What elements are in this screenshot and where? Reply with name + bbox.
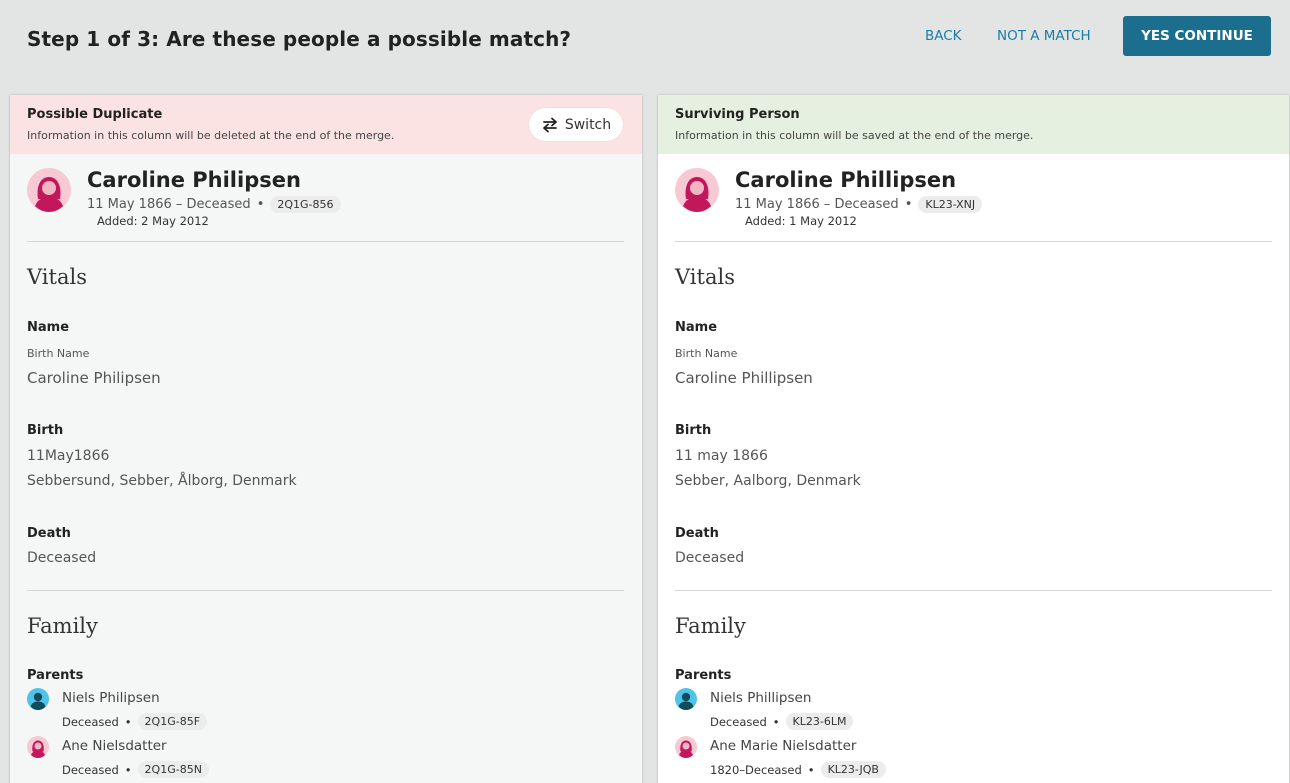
birth-name-value: Caroline Philipsen	[27, 369, 161, 387]
birth-heading: Birth	[27, 423, 64, 438]
divider	[27, 590, 624, 591]
female-avatar-icon	[27, 736, 49, 758]
vitals-heading: Vitals	[27, 265, 87, 289]
vitals-heading: Vitals	[675, 265, 735, 289]
surviving-banner-title: Surviving Person	[675, 107, 800, 122]
divider	[27, 241, 624, 242]
meta-separator: •	[124, 714, 132, 729]
meta-separator: •	[904, 197, 913, 212]
person-dates: 11 May 1866 – Deceased	[87, 197, 251, 212]
switch-label: Switch	[564, 116, 612, 133]
female-avatar-icon	[675, 736, 697, 758]
parent-name[interactable]: Ane Marie Nielsdatter	[710, 738, 856, 754]
meta-separator: •	[256, 197, 265, 212]
parent-id-badge[interactable]: 2Q1G-85N	[137, 761, 209, 778]
meta-separator: •	[807, 762, 815, 777]
parents-heading: Parents	[27, 668, 84, 683]
person-name[interactable]: Caroline Philipsen	[87, 168, 301, 192]
name-heading: Name	[675, 320, 718, 335]
parents-heading: Parents	[675, 668, 732, 683]
surviving-person-column: Surviving Person Information in this col…	[658, 95, 1289, 783]
parent-dates: 1820–Deceased	[710, 762, 802, 777]
parent-name[interactable]: Ane Nielsdatter	[62, 738, 167, 754]
birth-date-value: 11May1866	[27, 448, 110, 464]
person-id-badge[interactable]: 2Q1G-856	[270, 196, 341, 213]
divider	[675, 241, 1272, 242]
birth-place-value: Sebbersund, Sebber, Ålborg, Denmark	[27, 473, 297, 489]
person-meta: 11 May 1866 – Deceased • KL23-XNJ	[735, 196, 983, 213]
surviving-banner-subtitle: Information in this column will be saved…	[675, 129, 1034, 142]
parent-meta: 1820–Deceased • KL23-JQB	[710, 761, 886, 778]
parent-dates: Deceased	[710, 714, 767, 729]
death-value: Deceased	[27, 550, 97, 566]
person-id-badge[interactable]: KL23-XNJ	[918, 196, 983, 213]
family-heading: Family	[675, 614, 746, 638]
switch-button[interactable]: Switch	[529, 108, 623, 141]
duplicate-banner-subtitle: Information in this column will be delet…	[27, 129, 395, 142]
parent-dates: Deceased	[62, 714, 119, 729]
duplicate-banner: Possible Duplicate Information in this c…	[10, 95, 642, 154]
parent-id-badge[interactable]: KL23-JQB	[820, 761, 886, 778]
back-link[interactable]: BACK	[925, 28, 962, 44]
surviving-banner: Surviving Person Information in this col…	[658, 95, 1289, 154]
female-avatar-icon	[675, 168, 719, 212]
divider	[675, 590, 1272, 591]
merge-header: Step 1 of 3: Are these people a possible…	[0, 0, 1290, 95]
person-dates: 11 May 1866 – Deceased	[735, 197, 899, 212]
person-added-date: Added: 1 May 2012	[745, 214, 857, 228]
birth-date-value: 11 may 1866	[675, 448, 768, 464]
page-title: Step 1 of 3: Are these people a possible…	[27, 27, 572, 51]
birth-heading: Birth	[675, 423, 712, 438]
parent-meta: Deceased • 2Q1G-85N	[62, 761, 209, 778]
male-avatar-icon	[675, 688, 697, 710]
possible-duplicate-column: Possible Duplicate Information in this c…	[10, 95, 642, 783]
not-a-match-link[interactable]: NOT A MATCH	[997, 28, 1091, 44]
birth-name-value: Caroline Phillipsen	[675, 369, 813, 387]
parent-id-badge[interactable]: 2Q1G-85F	[137, 713, 208, 730]
birth-place-value: Sebber, Aalborg, Denmark	[675, 473, 861, 489]
person-name[interactable]: Caroline Phillipsen	[735, 168, 956, 192]
birth-name-label: Birth Name	[675, 347, 738, 360]
parent-meta: Deceased • KL23-6LM	[710, 713, 854, 730]
death-heading: Death	[27, 526, 71, 541]
parent-name[interactable]: Niels Phillipsen	[710, 690, 811, 706]
parent-id-badge[interactable]: KL23-6LM	[785, 713, 854, 730]
parent-meta: Deceased • 2Q1G-85F	[62, 713, 208, 730]
person-meta: 11 May 1866 – Deceased • 2Q1G-856	[87, 196, 341, 213]
yes-continue-button[interactable]: YES CONTINUE	[1123, 16, 1271, 56]
duplicate-banner-title: Possible Duplicate	[27, 107, 163, 122]
parent-name[interactable]: Niels Philipsen	[62, 690, 160, 706]
male-avatar-icon	[27, 688, 49, 710]
meta-separator: •	[124, 762, 132, 777]
death-value: Deceased	[675, 550, 745, 566]
name-heading: Name	[27, 320, 70, 335]
death-heading: Death	[675, 526, 719, 541]
birth-name-label: Birth Name	[27, 347, 90, 360]
meta-separator: •	[772, 714, 780, 729]
parent-dates: Deceased	[62, 762, 119, 777]
female-avatar-icon	[27, 168, 71, 212]
swap-arrows-icon	[541, 117, 559, 133]
person-added-date: Added: 2 May 2012	[97, 214, 209, 228]
family-heading: Family	[27, 614, 98, 638]
